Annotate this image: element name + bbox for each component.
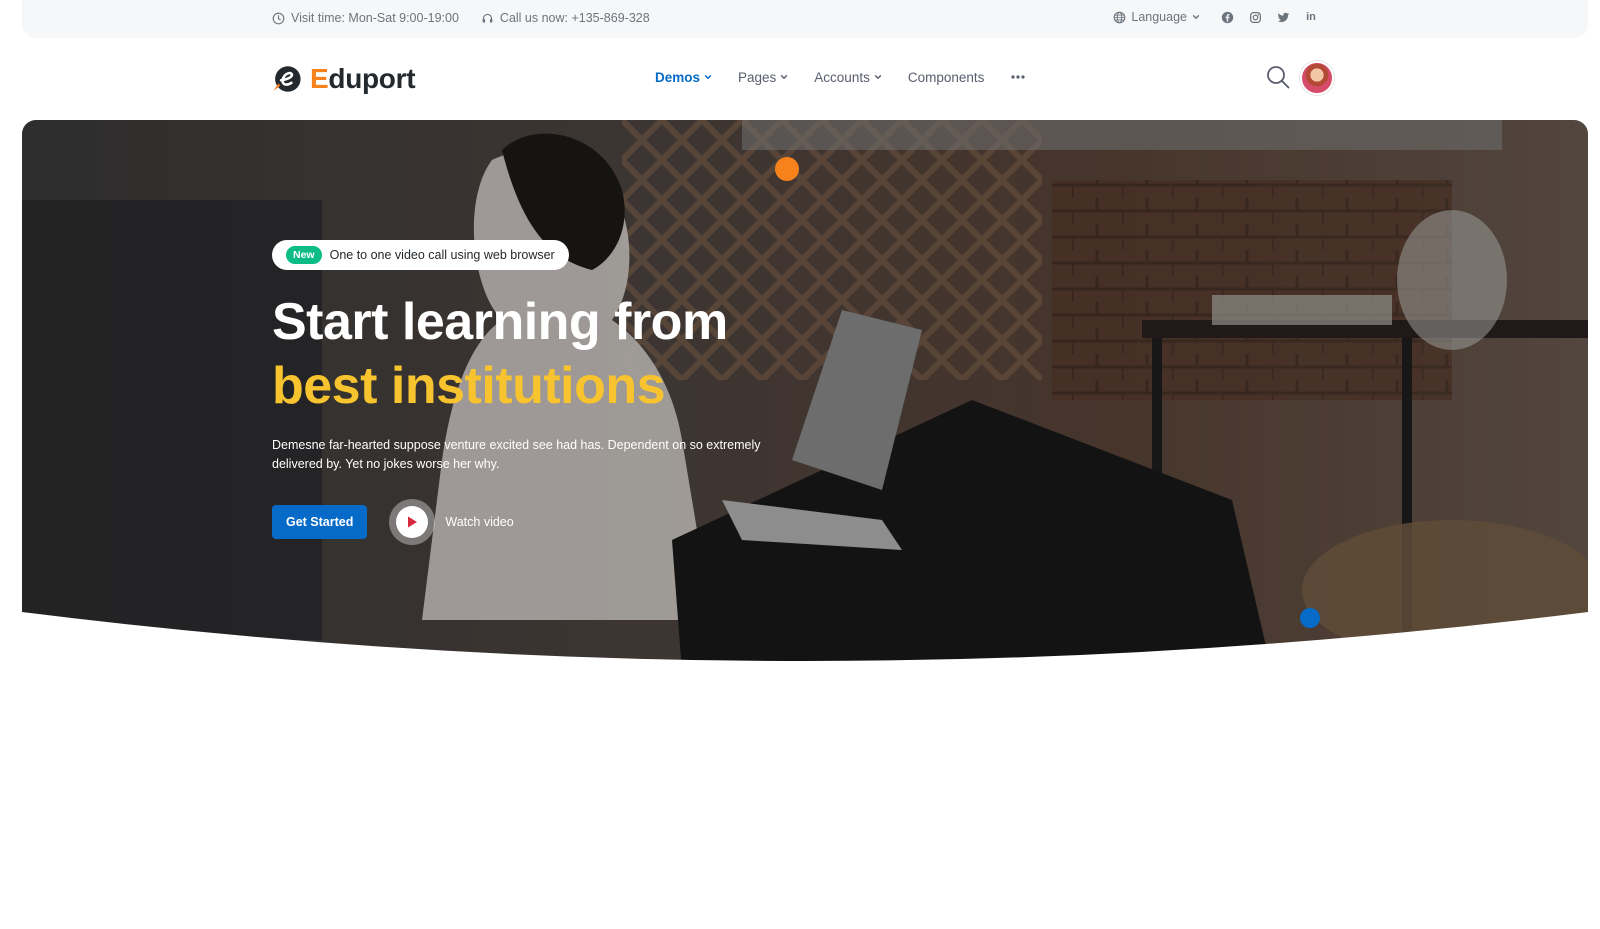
language-dropdown[interactable]: Language (1113, 10, 1200, 24)
get-started-button[interactable]: Get Started (272, 505, 368, 539)
logo-text-rest: duport (328, 63, 416, 94)
search-icon[interactable] (1265, 64, 1291, 90)
logo-text: Eduport (310, 63, 416, 95)
hero-background-image (22, 120, 1588, 672)
chevron-down-icon (874, 74, 882, 80)
nav-item-pages[interactable]: Pages (738, 69, 788, 85)
chevron-down-icon (780, 74, 788, 80)
logo-letter-e: E (310, 63, 329, 94)
watch-video-label: Watch video (445, 515, 514, 529)
play-button[interactable] (389, 499, 436, 545)
chevron-down-icon (1192, 14, 1200, 20)
announcement-pill[interactable]: New One to one video call using web brow… (272, 240, 569, 270)
hero-section: New One to one video call using web brow… (22, 120, 1588, 672)
visit-time-text: Visit time: Mon-Sat 9:00-19:00 (291, 11, 459, 25)
clock-icon (272, 12, 285, 24)
nav-item-demos[interactable]: Demos (655, 69, 712, 85)
hero-description: Demesne far-hearted suppose venture exci… (272, 438, 761, 471)
twitter-icon[interactable] (1276, 10, 1290, 24)
decorative-dot-blue (1300, 608, 1320, 628)
call-us: Call us now: +135-869-328 (481, 11, 650, 25)
nav-item-accounts[interactable]: Accounts (814, 69, 882, 85)
nav-item-components[interactable]: Components (908, 69, 985, 85)
call-us-text: Call us now: +135-869-328 (499, 11, 650, 25)
nav-label-demos: Demos (655, 69, 701, 85)
logo[interactable]: Eduport (270, 62, 416, 96)
announcement-text: One to one video call using web browser (329, 248, 555, 262)
avatar[interactable] (1300, 61, 1334, 95)
watch-video-button[interactable]: Watch video (389, 499, 514, 545)
play-icon (408, 516, 418, 528)
hero-title-line1: Start learning from (272, 293, 728, 351)
linkedin-icon[interactable]: in (1304, 10, 1318, 24)
main-nav: Demos Pages Accounts Components (655, 69, 1026, 85)
main-header: Eduport Demos Pages Accounts Components (0, 38, 1600, 118)
headset-icon (482, 13, 493, 23)
nav-more-button[interactable] (1010, 69, 1026, 85)
decorative-dot-orange (775, 157, 799, 181)
top-bar: Visit time: Mon-Sat 9:00-19:00 Call us n… (22, 0, 1588, 38)
hero-title-line2: best institutions (272, 357, 666, 415)
nav-label-components: Components (907, 69, 985, 85)
chevron-down-icon (704, 74, 712, 80)
nav-label-pages: Pages (738, 69, 777, 85)
facebook-icon[interactable] (1220, 10, 1234, 24)
logo-mark-icon (273, 66, 301, 92)
language-label: Language (1131, 10, 1187, 24)
ellipsis-icon (1011, 75, 1025, 79)
globe-icon (1114, 11, 1126, 23)
visit-time: Visit time: Mon-Sat 9:00-19:00 (272, 11, 459, 25)
instagram-icon[interactable] (1248, 10, 1262, 24)
nav-label-accounts: Accounts (814, 69, 870, 85)
new-badge: New (286, 246, 322, 264)
hero-content: New One to one video call using web brow… (272, 240, 772, 545)
